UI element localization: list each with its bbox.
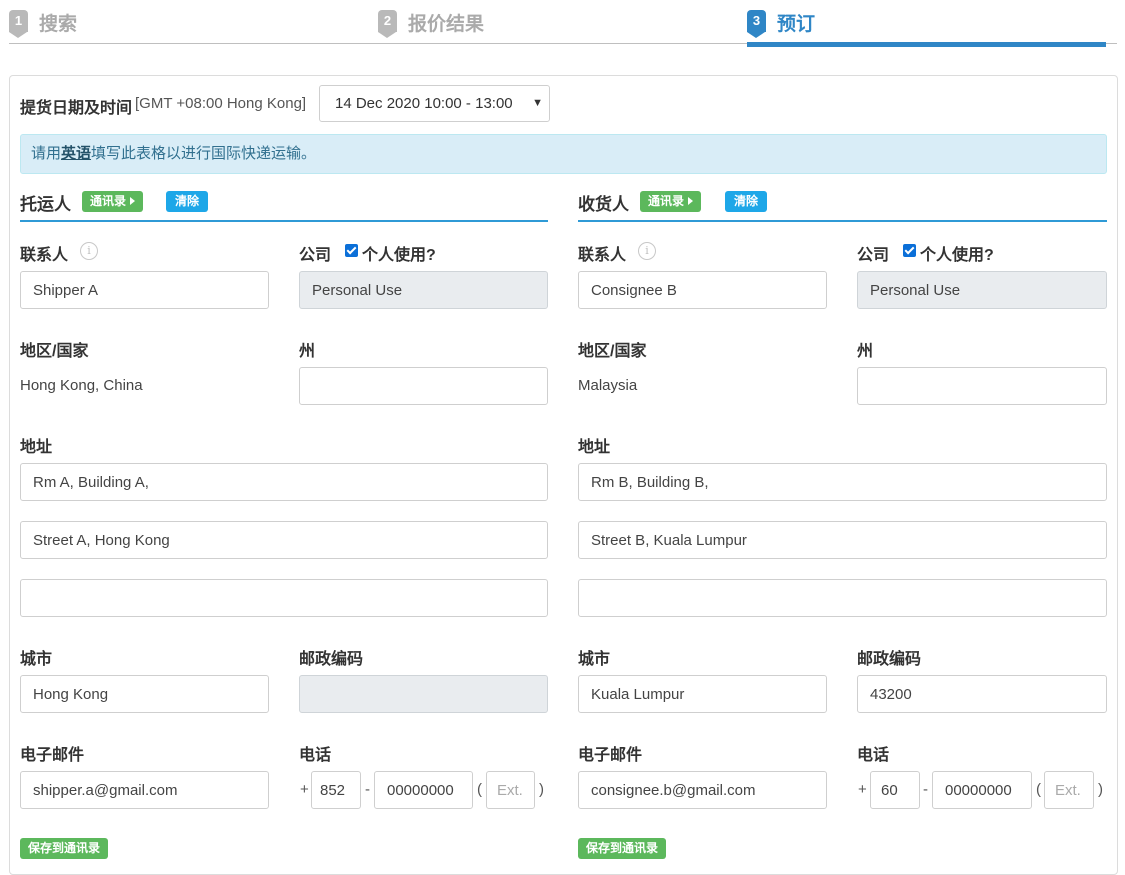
consignee-address-line1[interactable] [578, 463, 1107, 501]
shipper-email-label: 电子邮件 [20, 747, 85, 764]
phone-open-paren: ( [1036, 781, 1041, 798]
consignee-city-label: 城市 [578, 651, 611, 668]
button-label: 通讯录 [90, 194, 127, 208]
shipper-state-input[interactable] [299, 367, 548, 405]
shipper-phone-extension[interactable] [486, 771, 535, 809]
consignee-save-to-address-book[interactable]: 保存到通讯录 [578, 838, 667, 859]
phone-dash: - [365, 781, 370, 798]
shipper-company-input [299, 271, 548, 309]
consignee-country-label: 地区/国家 [578, 343, 647, 360]
shipper-address-label: 地址 [20, 439, 53, 456]
info-icon[interactable]: i [638, 242, 656, 260]
consignee-phone-label: 电话 [857, 747, 890, 764]
consignee-contact-input[interactable] [578, 271, 827, 309]
phone-dash: - [923, 781, 928, 798]
consignee-section-line [578, 220, 1107, 222]
consignee-address-label: 地址 [578, 439, 611, 456]
shipper-postal-input [299, 675, 548, 713]
consignee-postal-label: 邮政编码 [857, 651, 922, 668]
pickup-label: 提货日期及时间 [20, 100, 133, 117]
pickup-time-select[interactable]: 14 Dec 2020 10:00 - 13:00 ▼ [319, 85, 550, 122]
consignee-postal-input[interactable] [857, 675, 1107, 713]
consignee-clear-button[interactable]: 清除 [725, 191, 768, 212]
info-icon[interactable]: i [80, 242, 98, 260]
consignee-contact-label: 联系人 [578, 247, 627, 264]
consignee-personal-label: 个人使用? [920, 247, 994, 264]
shipper-phone-label: 电话 [299, 747, 332, 764]
step-number-badge: 2 [378, 10, 397, 38]
phone-plus: + [300, 781, 309, 798]
consignee-country-value: Malaysia [578, 377, 638, 394]
step-label: 搜索 [39, 14, 78, 35]
shipper-email-input[interactable] [20, 771, 269, 809]
consignee-phone-extension[interactable] [1044, 771, 1094, 809]
triangle-right-icon [130, 197, 136, 205]
shipper-country-label: 地区/国家 [20, 343, 89, 360]
notice-suffix: 填写此表格以进行国际快递运输。 [91, 145, 317, 162]
consignee-company-label: 公司 [857, 247, 890, 264]
consignee-address-line2[interactable] [578, 521, 1107, 559]
step-label: 预订 [777, 14, 816, 35]
shipper-personal-checkbox[interactable] [345, 244, 358, 257]
shipper-company-label: 公司 [299, 247, 332, 264]
shipper-title: 托运人 [20, 195, 71, 214]
progress-steps: 1 搜索 2 报价结果 3 预订 [0, 0, 1125, 50]
shipper-save-to-address-book[interactable]: 保存到通讯录 [20, 838, 109, 859]
timezone-text: [GMT +08:00 Hong Kong] [135, 95, 307, 112]
shipper-contact-label: 联系人 [20, 247, 69, 264]
shipper-state-label: 州 [299, 343, 316, 360]
shipper-address-line3[interactable] [20, 579, 548, 617]
pickup-time-value: 14 Dec 2020 10:00 - 13:00 [335, 95, 513, 112]
consignee-personal-checkbox[interactable] [903, 244, 916, 257]
shipper-personal-label: 个人使用? [362, 247, 436, 264]
consignee-email-input[interactable] [578, 771, 827, 809]
shipper-address-line1[interactable] [20, 463, 548, 501]
shipper-phone-country-code[interactable] [311, 771, 361, 809]
english-notice: 请用英语填写此表格以进行国际快递运输。 [20, 134, 1107, 174]
consignee-city-input[interactable] [578, 675, 827, 713]
step-label: 报价结果 [408, 14, 485, 35]
triangle-right-icon [688, 197, 694, 205]
shipper-city-input[interactable] [20, 675, 269, 713]
phone-open-paren: ( [477, 781, 482, 798]
shipper-city-label: 城市 [20, 651, 53, 668]
consignee-address-book-button[interactable]: 通讯录 [640, 191, 702, 212]
notice-highlight: 英语 [61, 145, 92, 162]
notice-prefix: 请用 [31, 145, 62, 162]
active-step-underline [747, 42, 1106, 47]
shipper-section-line [20, 220, 548, 222]
phone-plus: + [858, 781, 867, 798]
consignee-state-label: 州 [857, 343, 874, 360]
consignee-email-label: 电子邮件 [578, 747, 643, 764]
shipper-phone-number[interactable] [374, 771, 473, 809]
consignee-state-input[interactable] [857, 367, 1107, 405]
shipper-country-value: Hong Kong, China [20, 377, 143, 394]
phone-close-paren: ) [1098, 781, 1103, 798]
consignee-address-line3[interactable] [578, 579, 1107, 617]
step-number-badge: 3 [747, 10, 766, 38]
shipper-address-line2[interactable] [20, 521, 548, 559]
consignee-phone-country-code[interactable] [870, 771, 920, 809]
shipper-contact-input[interactable] [20, 271, 269, 309]
shipper-clear-button[interactable]: 清除 [166, 191, 209, 212]
button-label: 通讯录 [648, 194, 685, 208]
chevron-down-icon: ▼ [532, 97, 543, 109]
consignee-phone-number[interactable] [932, 771, 1032, 809]
shipper-address-book-button[interactable]: 通讯录 [82, 191, 144, 212]
step-number-badge: 1 [9, 10, 28, 38]
shipper-postal-label: 邮政编码 [299, 651, 364, 668]
phone-close-paren: ) [539, 781, 544, 798]
consignee-title: 收货人 [578, 195, 629, 214]
consignee-company-input [857, 271, 1107, 309]
